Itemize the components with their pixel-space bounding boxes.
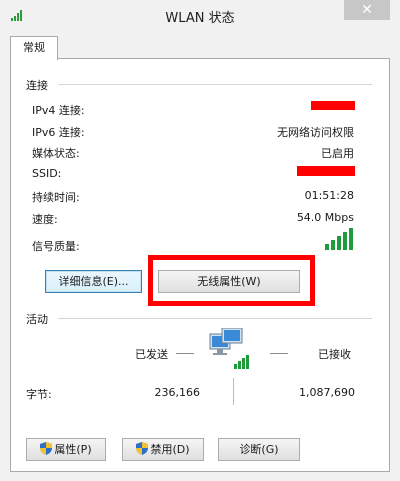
sent-label: 已发送 bbox=[135, 348, 168, 361]
details-button[interactable]: 详细信息(E)... bbox=[45, 270, 142, 293]
ipv4-label: IPv4 连接: bbox=[32, 104, 85, 117]
bytes-received-value: 1,087,690 bbox=[299, 386, 355, 399]
bytes-separator bbox=[233, 378, 234, 405]
ssid-label: SSID: bbox=[32, 167, 62, 180]
activity-divider bbox=[58, 318, 372, 319]
disable-button[interactable]: 禁用(D) bbox=[122, 438, 204, 461]
wlan-status-dialog: WLAN 状态 ✕ 常规 连接 IPv4 连接: IPv6 连接: 无网络访问权… bbox=[0, 0, 400, 481]
properties-label: 属性(P) bbox=[54, 443, 92, 456]
activity-section-label: 活动 bbox=[26, 311, 52, 327]
bytes-sent-value: 236,166 bbox=[154, 386, 201, 399]
window-title: WLAN 状态 bbox=[165, 11, 235, 26]
sent-dash bbox=[176, 353, 194, 354]
ipv6-value: 无网络访问权限 bbox=[277, 126, 354, 139]
media-state-value: 已启用 bbox=[321, 147, 354, 160]
media-state-label: 媒体状态: bbox=[32, 147, 80, 160]
received-label: 已接收 bbox=[318, 348, 351, 361]
ipv6-label: IPv6 连接: bbox=[32, 126, 85, 139]
speed-label: 速度: bbox=[32, 213, 58, 226]
network-computers-icon bbox=[209, 328, 249, 369]
connection-section-label: 连接 bbox=[26, 77, 52, 93]
properties-button[interactable]: 属性(P) bbox=[26, 438, 106, 461]
received-dash bbox=[270, 353, 288, 354]
admin-shield-icon bbox=[40, 442, 53, 455]
disable-label: 禁用(D) bbox=[150, 443, 190, 456]
close-button[interactable]: ✕ bbox=[344, 0, 390, 20]
duration-label: 持续时间: bbox=[32, 191, 80, 204]
title-bar: WLAN 状态 ✕ bbox=[0, 0, 400, 30]
admin-shield-icon bbox=[136, 442, 149, 455]
connection-divider bbox=[58, 84, 372, 85]
ipv4-redaction bbox=[311, 101, 355, 110]
bytes-label: 字节: bbox=[26, 388, 52, 401]
close-icon: ✕ bbox=[361, 2, 373, 18]
tab-general[interactable]: 常规 bbox=[10, 36, 58, 60]
diagnose-button[interactable]: 诊断(G) bbox=[218, 438, 300, 461]
ssid-redaction bbox=[297, 166, 355, 176]
highlight-annotation-box bbox=[148, 255, 315, 306]
speed-value: 54.0 Mbps bbox=[296, 211, 354, 224]
signal-strength-icon bbox=[325, 228, 353, 250]
signal-quality-label: 信号质量: bbox=[32, 240, 80, 253]
duration-value: 01:51:28 bbox=[304, 189, 354, 202]
